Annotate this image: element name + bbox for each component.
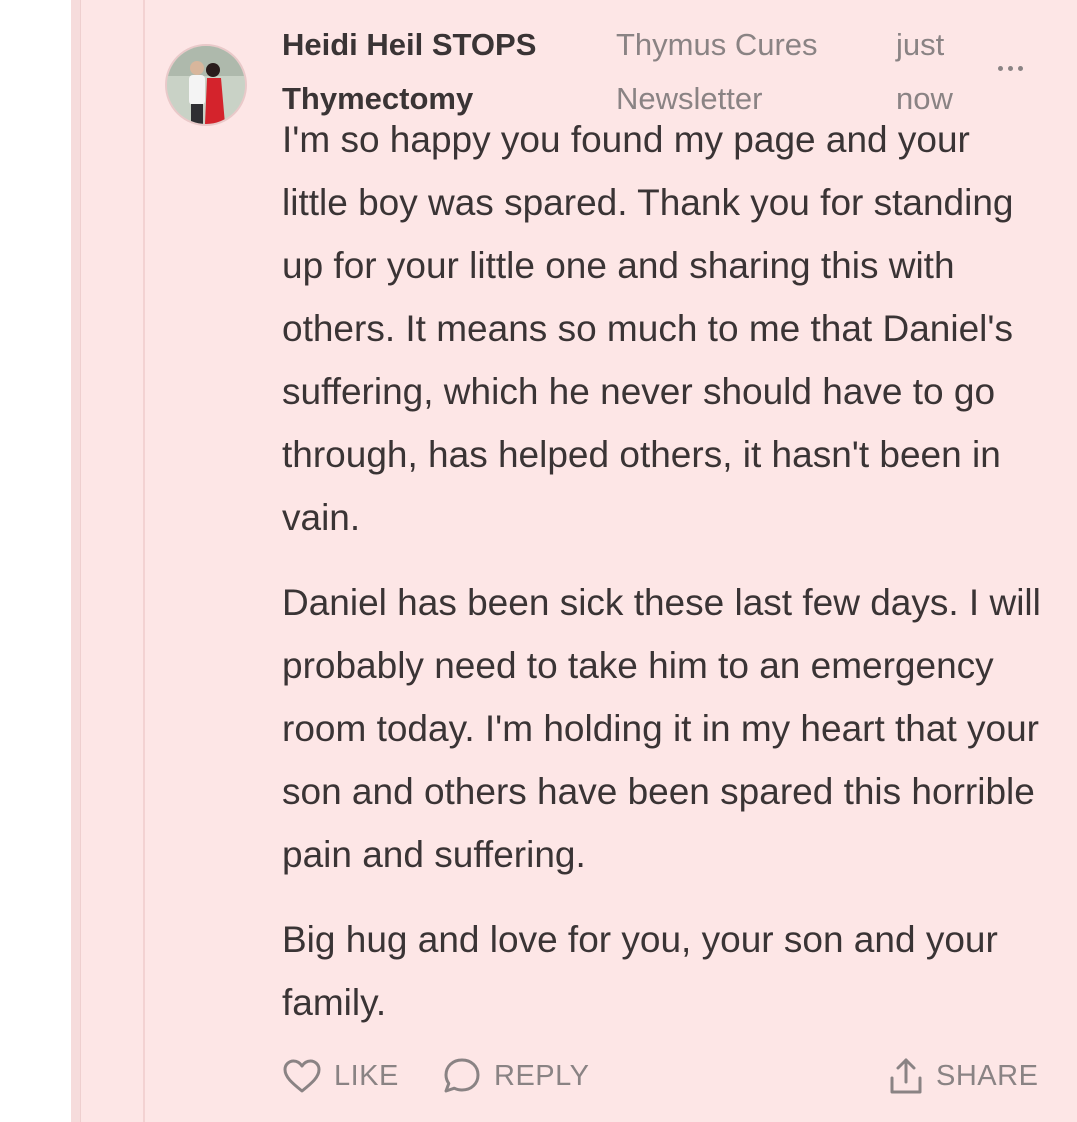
like-button[interactable]: LIKE	[282, 1050, 399, 1102]
comment-paragraph: Daniel has been sick these last few days…	[282, 582, 1041, 875]
more-dot	[1017, 65, 1023, 71]
more-options-button[interactable]	[990, 58, 1030, 78]
thread-line	[143, 0, 145, 1122]
avatar[interactable]	[165, 44, 247, 126]
panel-edge	[71, 0, 81, 1122]
share-upload-icon	[890, 1058, 922, 1094]
avatar-photo	[167, 46, 245, 124]
comment-paragraph: I'm so happy you found my page and your …	[282, 119, 1014, 538]
comment-paragraph: Big hug and love for you, your son and y…	[282, 919, 998, 1023]
speech-bubble-icon	[444, 1058, 480, 1093]
share-button[interactable]: SHARE	[888, 1050, 1038, 1102]
more-dots-icon	[997, 65, 1003, 71]
reply-label: REPLY	[494, 1059, 590, 1092]
reply-button[interactable]: REPLY	[442, 1050, 589, 1102]
like-label: LIKE	[334, 1059, 399, 1092]
share-label: SHARE	[936, 1059, 1039, 1092]
more-dot	[1007, 65, 1013, 71]
heart-icon	[283, 1059, 321, 1093]
comment-body: I'm so happy you found my page and your …	[282, 108, 1042, 1056]
comment-actions: LIKE REPLY SHARE	[282, 1050, 1042, 1102]
